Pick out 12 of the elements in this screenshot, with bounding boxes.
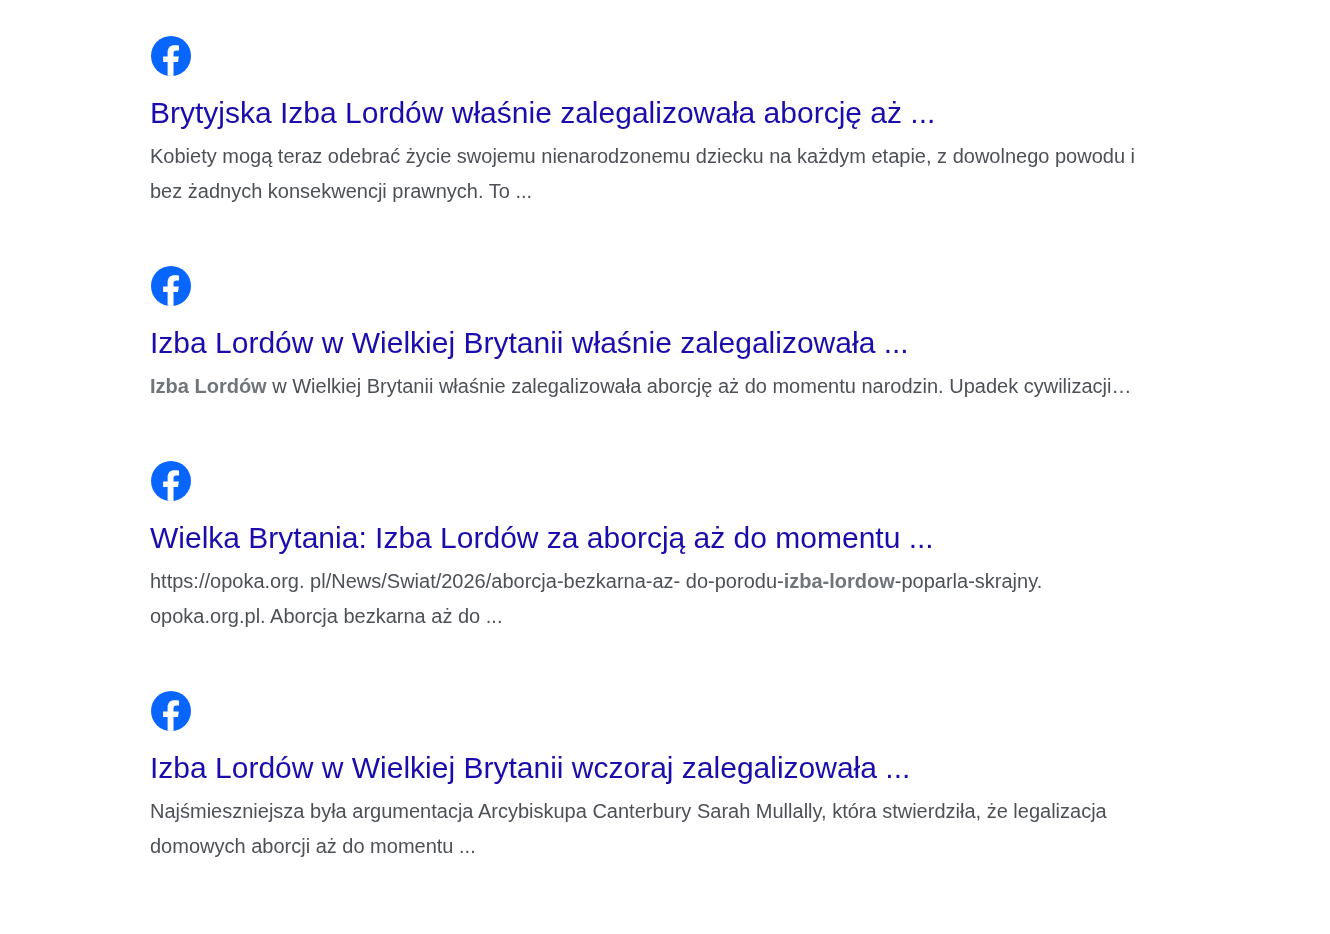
result-snippet: Kobiety mogą teraz odebrać życie swojemu nienarodzonemu dziecku na każdym etapie, z dowolnego powodu i bez żadnych konsekwencji prawnych. To ... <box>150 144 1136 204</box>
result-title-link[interactable]: Brytyjska Izba Lordów właśnie zalegalizowała aborcję aż ... <box>150 93 936 133</box>
result-title-link[interactable]: Izba Lordów w Wielkiej Brytanii wczoraj zalegalizowała ... <box>150 748 911 788</box>
result-title-link[interactable]: Izba Lordów w Wielkiej Brytanii właśnie zalegalizowała ... <box>150 323 909 363</box>
facebook-icon[interactable] <box>150 690 192 732</box>
result-title-link[interactable]: Wielka Brytania: Izba Lordów za aborcją aż do momentu ... <box>150 518 934 558</box>
facebook-icon[interactable] <box>150 460 192 502</box>
result-snippet: https://opoka.org. pl/News/Swiat/2026/aborcja-bezkarna-az- do-porodu-izba-lordow-poparla-skrajny. opoka.org.pl. Aborcja bezkarna aż do ... <box>150 569 1044 629</box>
facebook-icon[interactable] <box>150 265 192 307</box>
facebook-icon[interactable] <box>150 35 192 77</box>
result-snippet: Izba Lordów w Wielkiej Brytanii właśnie zalegalizowała aborcję aż do momentu narodzin. Upadek cywilizacji… <box>150 374 1133 399</box>
result-snippet: Najśmieszniejsza była argumentacja Arcybiskupa Canterbury Sarah Mullally, która stwierdziła, że legalizacja domowych aborcji aż do momentu ... <box>150 799 1108 859</box>
